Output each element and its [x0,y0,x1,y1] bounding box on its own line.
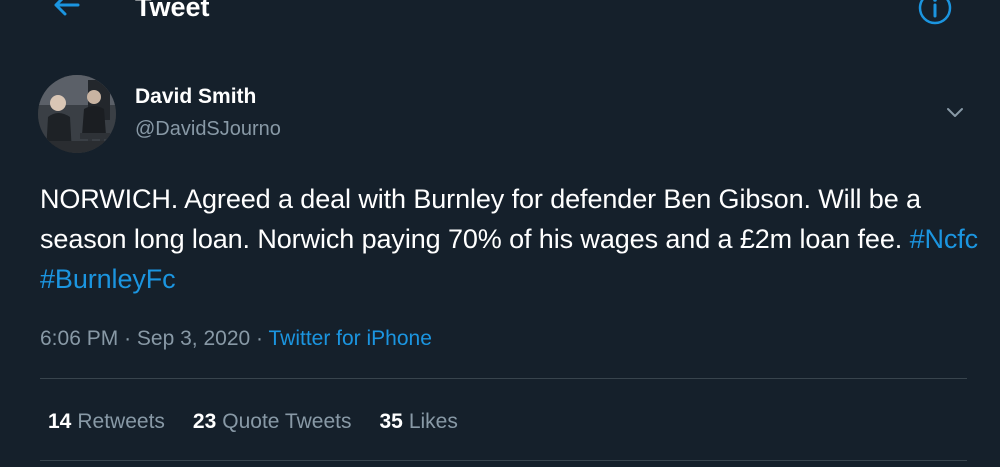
quote-tweets-stat[interactable]: 23 Quote Tweets [193,408,352,436]
avatar-photo [38,75,116,153]
tweet-date[interactable]: Sep 3, 2020 [137,327,250,350]
info-icon [918,0,952,25]
tweet-time[interactable]: 6:06 PM [40,327,118,350]
likes-label: Likes [408,410,458,433]
meta-separator: · [256,327,264,350]
tweet-source[interactable]: Twitter for iPhone [268,327,431,350]
divider [40,460,967,461]
tweet-body: NORWICH. Agreed a deal with Burnley for … [40,184,921,254]
hashtag-burnleyfc[interactable]: #BurnleyFc [40,264,176,294]
arrow-left-icon [54,0,80,16]
retweets-stat[interactable]: 14 Retweets [48,408,165,436]
meta-separator: · [124,327,132,350]
back-button[interactable] [48,0,84,20]
avatar[interactable] [38,75,116,153]
chevron-down-icon [947,108,963,117]
tweet-page: Tweet David Smith @DavidSJourno NORWICH.… [0,0,1000,467]
header: Tweet [0,0,1000,30]
tweet-meta: 6:06 PM · Sep 3, 2020 · Twitter for iPho… [40,325,432,353]
divider [40,378,967,379]
tweet-text: NORWICH. Agreed a deal with Burnley for … [40,179,985,299]
info-button[interactable] [915,0,955,28]
likes-count: 35 [379,410,403,433]
retweets-count: 14 [48,410,72,433]
quote-tweets-count: 23 [192,410,217,433]
more-options-button[interactable] [940,100,970,124]
author-handle[interactable]: @DavidSJourno [135,116,281,142]
engagement-stats: 14 Retweets 23 Quote Tweets 35 Likes [48,408,486,436]
retweets-label: Retweets [77,410,165,433]
author-name[interactable]: David Smith [135,84,256,110]
quote-tweets-label: Quote Tweets [222,410,352,433]
hashtag-ncfc[interactable]: #Ncfc [910,224,979,254]
page-title: Tweet [135,0,210,22]
likes-stat[interactable]: 35 Likes [379,408,457,436]
